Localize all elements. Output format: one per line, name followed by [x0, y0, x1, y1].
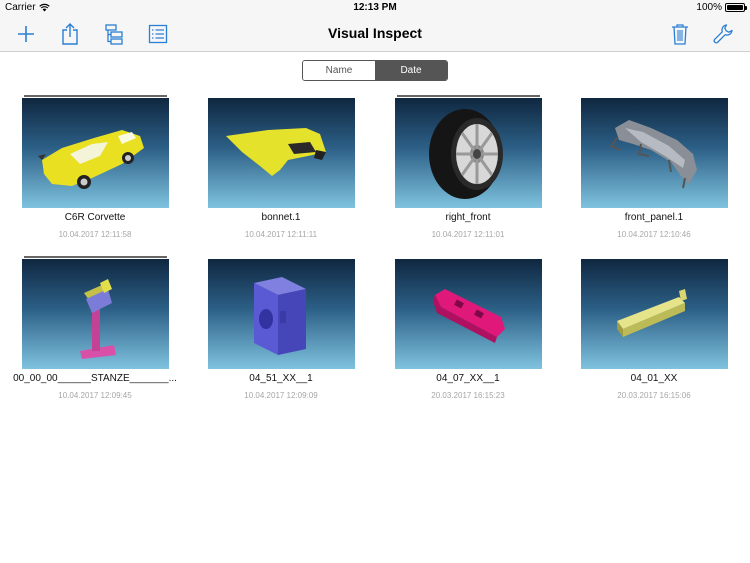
sort-segmented-control: Name Date [302, 60, 448, 81]
file-item[interactable]: 00_00_00______STANZE_______... 10.04.201… [0, 256, 177, 400]
bar-model-image [617, 289, 687, 337]
trash-icon [672, 24, 688, 45]
file-date: 10.04.2017 12:09:09 [244, 391, 318, 400]
file-thumbnail-stack [208, 95, 355, 208]
bar-model-thumbnail[interactable] [581, 259, 728, 369]
file-name: 00_00_00______STANZE_______... [13, 373, 177, 384]
file-date: 10.04.2017 12:11:01 [431, 230, 505, 239]
file-date: 20.03.2017 16:15:06 [617, 391, 691, 400]
file-date: 10.04.2017 12:11:11 [244, 230, 318, 239]
file-item[interactable]: 04_01_XX 20.03.2017 16:15:06 [559, 256, 729, 400]
file-item[interactable]: 04_07_XX__1 20.03.2017 16:15:23 [373, 256, 543, 400]
stanze-model-image [80, 279, 116, 359]
file-name: right_front [445, 212, 491, 223]
file-item[interactable]: right_front 10.04.2017 12:11:01 [373, 95, 543, 239]
stanze-model-thumbnail[interactable] [22, 259, 169, 369]
file-name: 04_51_XX__1 [249, 373, 313, 384]
front-panel-model-thumbnail[interactable] [581, 98, 728, 208]
file-name: C6R Corvette [64, 212, 126, 223]
file-thumbnail-stack [395, 256, 542, 369]
file-thumbnail-stack [22, 256, 169, 369]
settings-button[interactable] [711, 22, 735, 46]
file-date: 10.04.2017 12:10:46 [617, 230, 691, 239]
app-window: Carrier 12:13 PM 100% Visual Inspect Nam… [0, 0, 750, 563]
status-bar: Carrier 12:13 PM 100% [0, 0, 750, 16]
file-date: 10.04.2017 12:09:45 [58, 391, 132, 400]
car-model-thumbnail[interactable] [22, 98, 169, 208]
rail-model-image [433, 289, 505, 343]
wheel-model-image [429, 109, 503, 199]
navigation-bar: Visual Inspect [0, 16, 750, 52]
file-thumbnail-stack [208, 256, 355, 369]
file-thumbnail-stack [22, 95, 169, 208]
file-thumbnail-stack [581, 95, 728, 208]
battery-icon [725, 3, 747, 12]
file-name: 04_07_XX__1 [436, 373, 500, 384]
front-panel-model-image [609, 120, 697, 189]
file-item[interactable]: 04_51_XX__1 10.04.2017 12:09:09 [186, 256, 356, 400]
status-time: 12:13 PM [353, 2, 397, 13]
wheel-model-thumbnail[interactable] [395, 98, 542, 208]
wrench-icon [713, 24, 733, 44]
file-thumbnail-stack [581, 256, 728, 369]
file-item[interactable]: front_panel.1 10.04.2017 12:10:46 [559, 95, 729, 239]
car-model-image [38, 130, 144, 189]
rail-model-thumbnail[interactable] [395, 259, 542, 369]
sort-by-date-segment[interactable]: Date [375, 61, 447, 80]
file-item[interactable]: C6R Corvette 10.04.2017 12:11:58 [0, 95, 170, 239]
block-model-thumbnail[interactable] [208, 259, 355, 369]
sort-by-name-segment[interactable]: Name [303, 61, 375, 80]
page-title: Visual Inspect [328, 25, 422, 41]
delete-button[interactable] [668, 22, 692, 46]
file-date: 10.04.2017 12:11:58 [58, 230, 132, 239]
file-date: 20.03.2017 16:15:23 [431, 391, 505, 400]
block-model-image [254, 277, 306, 355]
file-name: bonnet.1 [261, 212, 301, 223]
bonnet-model-thumbnail[interactable] [208, 98, 355, 208]
battery-percent: 100% [696, 2, 722, 13]
file-name: front_panel.1 [624, 212, 684, 223]
battery-indicator: 100% [696, 2, 747, 13]
file-thumbnail-stack [395, 95, 542, 208]
bonnet-model-image [226, 128, 326, 176]
file-name: 04_01_XX [630, 373, 678, 384]
file-item[interactable]: bonnet.1 10.04.2017 12:11:11 [186, 95, 356, 239]
